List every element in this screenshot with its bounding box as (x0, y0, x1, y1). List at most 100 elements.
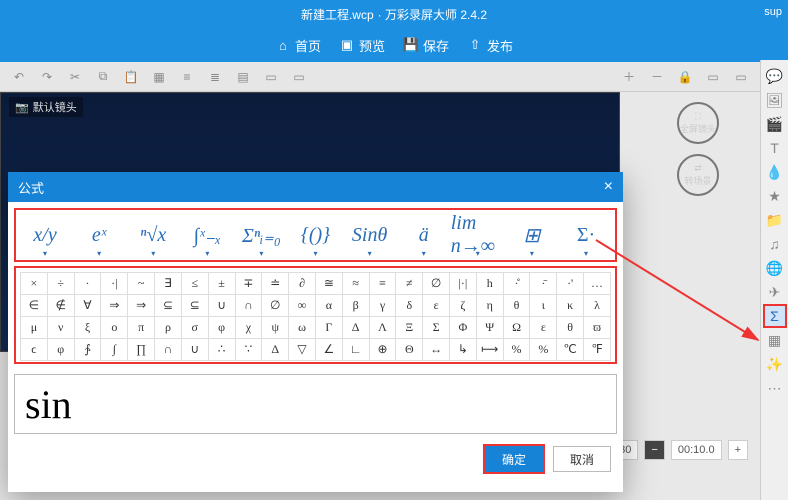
tool-c-button[interactable]: ▭ (702, 66, 724, 88)
symbol-cell[interactable]: ≡ (369, 273, 396, 295)
tool-a-button[interactable]: ▭ (260, 66, 282, 88)
symbol-cell[interactable]: ·̊ (503, 273, 530, 295)
category-5[interactable]: {()}▾ (288, 212, 342, 258)
symbol-cell[interactable]: ρ (155, 317, 182, 339)
symbol-cell[interactable]: h (476, 273, 503, 295)
symbol-cell[interactable]: ⊕ (369, 339, 396, 361)
lock-button[interactable]: 🔒 (674, 66, 696, 88)
cut-button[interactable]: ✂ (64, 66, 86, 88)
category-10[interactable]: Σ·▾ (559, 212, 613, 258)
plane-icon[interactable]: ✈ (765, 282, 785, 302)
symbol-cell[interactable]: ∴ (208, 339, 235, 361)
symbol-cell[interactable]: ↳ (450, 339, 477, 361)
symbol-cell[interactable]: ℃ (557, 339, 584, 361)
category-1[interactable]: eˣ▾ (72, 212, 126, 258)
undo-button[interactable]: ↶ (8, 66, 30, 88)
symbol-cell[interactable]: ψ (262, 317, 289, 339)
symbol-cell[interactable]: ∃ (155, 273, 182, 295)
symbol-cell[interactable]: ω (289, 317, 316, 339)
symbol-cell[interactable]: Δ (262, 339, 289, 361)
symbol-cell[interactable]: ·' (557, 273, 584, 295)
symbol-cell[interactable]: ⇒ (128, 295, 155, 317)
transition-button[interactable]: ⇄ 转场景 (677, 154, 719, 196)
symbol-cell[interactable]: Ψ (476, 317, 503, 339)
symbol-cell[interactable]: × (21, 273, 48, 295)
symbol-cell[interactable]: … (584, 273, 611, 295)
symbol-cell[interactable]: ▽ (289, 339, 316, 361)
category-9[interactable]: ⊞▾ (505, 212, 559, 258)
symbol-cell[interactable]: ∪ (208, 295, 235, 317)
symbol-cell[interactable]: ε (423, 295, 450, 317)
symbol-cell[interactable]: ≤ (181, 273, 208, 295)
symbol-cell[interactable]: ο (101, 317, 128, 339)
symbol-cell[interactable]: χ (235, 317, 262, 339)
redo-button[interactable]: ↷ (36, 66, 58, 88)
symbol-cell[interactable]: ∅ (262, 295, 289, 317)
symbol-cell[interactable]: ·̄ (530, 273, 557, 295)
fullscreen-shot-button[interactable]: ⛶ 全屏镜头 (677, 102, 719, 144)
category-2[interactable]: ⁿ√x▾ (126, 212, 180, 258)
symbol-cell[interactable]: ∫ (101, 339, 128, 361)
symbol-cell[interactable]: φ (208, 317, 235, 339)
formula-icon[interactable]: Σ (765, 306, 785, 326)
align-left-button[interactable]: ≡ (176, 66, 198, 88)
symbol-cell[interactable]: ≈ (342, 273, 369, 295)
symbol-cell[interactable]: ∅ (423, 273, 450, 295)
symbol-cell[interactable]: ∵ (235, 339, 262, 361)
symbol-cell[interactable]: ι (530, 295, 557, 317)
music-icon[interactable]: ♫ (765, 234, 785, 254)
symbol-cell[interactable]: ∪ (181, 339, 208, 361)
symbol-cell[interactable]: κ (557, 295, 584, 317)
ok-button[interactable]: 确定 (485, 446, 543, 472)
paste-button[interactable]: 📋 (120, 66, 142, 88)
symbol-cell[interactable]: ∈ (21, 295, 48, 317)
symbol-cell[interactable]: ℉ (584, 339, 611, 361)
symbol-cell[interactable]: ~ (128, 273, 155, 295)
symbol-cell[interactable]: ≠ (396, 273, 423, 295)
symbol-cell[interactable]: ⊆ (155, 295, 182, 317)
minus-button[interactable]: − (644, 440, 664, 460)
symbol-cell[interactable]: Θ (396, 339, 423, 361)
text-icon[interactable]: T (765, 138, 785, 158)
drop-icon[interactable]: 💧 (765, 162, 785, 182)
category-0[interactable]: x/y▾ (18, 212, 72, 258)
symbol-cell[interactable]: ∀ (74, 295, 101, 317)
folder-icon[interactable]: 📁 (765, 210, 785, 230)
category-3[interactable]: ∫ˣ₋ₓ▾ (180, 212, 234, 258)
menu-home[interactable]: ⌂ 首页 (275, 36, 321, 55)
symbol-cell[interactable]: μ (21, 317, 48, 339)
symbol-cell[interactable]: ϲ (21, 339, 48, 361)
symbol-cell[interactable]: ⊆ (181, 295, 208, 317)
star-icon[interactable]: ★ (765, 186, 785, 206)
video-icon[interactable]: 🎬 (765, 114, 785, 134)
plus-button[interactable]: + (728, 440, 748, 460)
symbol-cell[interactable]: ∏ (128, 339, 155, 361)
symbol-cell[interactable]: θ (557, 317, 584, 339)
menu-save[interactable]: 💾 保存 (403, 36, 449, 55)
category-7[interactable]: ä▾ (397, 212, 451, 258)
symbol-cell[interactable]: ∂ (289, 273, 316, 295)
copy-button[interactable]: ⧉ (92, 66, 114, 88)
symbol-cell[interactable]: ϖ (584, 317, 611, 339)
zoom-out-button[interactable]: － (646, 66, 668, 88)
symbol-cell[interactable]: ζ (450, 295, 477, 317)
image-icon[interactable]: 🖼 (765, 90, 785, 110)
symbol-cell[interactable]: Σ (423, 317, 450, 339)
category-4[interactable]: Σⁿᵢ₌₀▾ (234, 212, 288, 258)
symbol-cell[interactable]: ∞ (289, 295, 316, 317)
symbol-cell[interactable]: β (342, 295, 369, 317)
symbol-cell[interactable]: % (503, 339, 530, 361)
symbol-cell[interactable]: π (128, 317, 155, 339)
symbol-cell[interactable]: Φ (450, 317, 477, 339)
layer-button[interactable]: ▤ (232, 66, 254, 88)
symbol-cell[interactable]: σ (181, 317, 208, 339)
category-6[interactable]: Sinθ▾ (343, 212, 397, 258)
menu-publish[interactable]: ⇧ 发布 (467, 36, 513, 55)
tool-d-button[interactable]: ▭ (730, 66, 752, 88)
symbol-cell[interactable]: ·| (101, 273, 128, 295)
symbol-cell[interactable]: ∩ (155, 339, 182, 361)
table-icon[interactable]: ▦ (765, 330, 785, 350)
chat-icon[interactable]: 💬 (765, 66, 785, 86)
symbol-cell[interactable]: γ (369, 295, 396, 317)
symbol-cell[interactable]: ε (530, 317, 557, 339)
